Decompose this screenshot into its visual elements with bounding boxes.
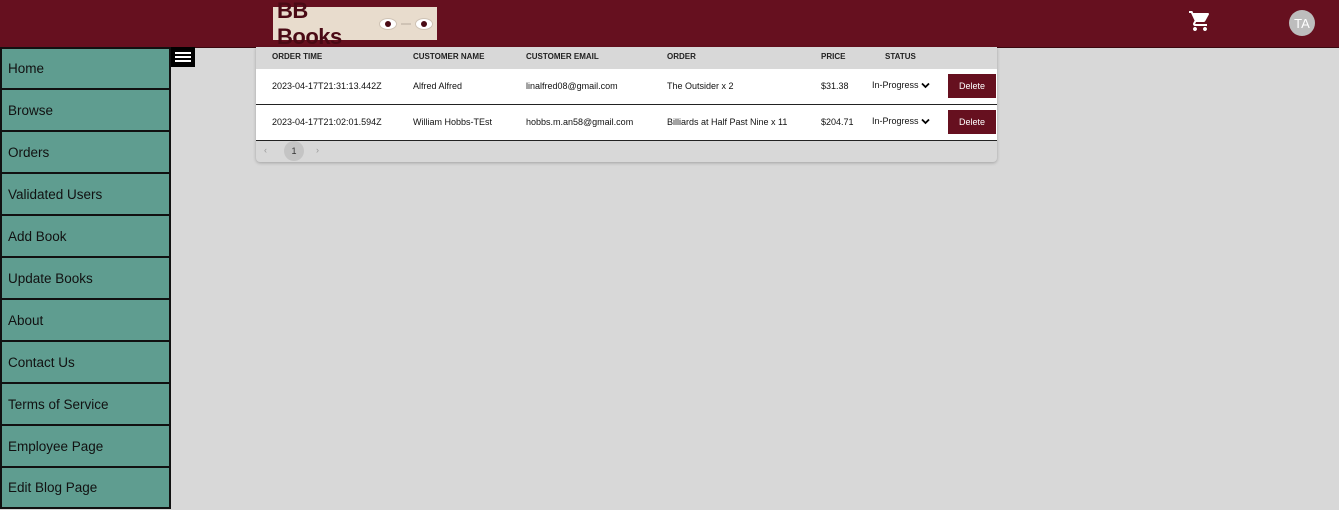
previous-page-button[interactable]: ‹ — [264, 145, 267, 155]
status-value: In-Progress — [872, 116, 919, 126]
column-header-customer-email[interactable]: CUSTOMER EMAIL — [526, 52, 599, 61]
column-header-status[interactable]: STATUS — [885, 52, 916, 61]
sidebar-item-edit-blog-page[interactable]: Edit Blog Page — [0, 467, 171, 509]
column-header-price[interactable]: PRICE — [821, 52, 845, 61]
hamburger-menu-icon[interactable] — [171, 47, 195, 67]
table-header: ORDER TIME CUSTOMER NAME CUSTOMER EMAIL … — [256, 47, 997, 68]
column-header-order[interactable]: ORDER — [667, 52, 696, 61]
sidebar-item-terms-of-service[interactable]: Terms of Service — [0, 383, 171, 425]
page-number-button[interactable]: 1 — [284, 141, 304, 161]
cell-order: The Outsider x 2 — [667, 81, 734, 91]
delete-button[interactable]: Delete — [948, 74, 996, 98]
cell-price: $204.71 — [821, 117, 854, 127]
logo-text: BB Books — [277, 0, 342, 49]
sidebar-item-browse[interactable]: Browse — [0, 89, 171, 131]
sidebar-item-update-books[interactable]: Update Books — [0, 257, 171, 299]
sidebar-item-contact-us[interactable]: Contact Us — [0, 341, 171, 383]
pagination: ‹ 1 › — [256, 141, 456, 162]
table-row: 2023-04-17T21:31:13.442Z Alfred Alfred l… — [256, 69, 997, 105]
user-avatar[interactable]: TA — [1289, 10, 1315, 36]
sidebar-item-home[interactable]: Home — [0, 47, 171, 89]
table-row: 2023-04-17T21:02:01.594Z William Hobbs-T… — [256, 105, 997, 141]
top-navbar: BB Books TA — [0, 0, 1339, 49]
next-page-button[interactable]: › — [316, 145, 319, 155]
brand-logo[interactable]: BB Books — [273, 0, 437, 49]
status-select[interactable]: In-Progress — [872, 116, 930, 126]
chevron-down-icon — [920, 118, 930, 124]
status-value: In-Progress — [872, 80, 919, 90]
orders-table: ORDER TIME CUSTOMER NAME CUSTOMER EMAIL … — [256, 47, 997, 162]
logo-eyes-icon — [379, 17, 437, 30]
cell-customer-email: linalfred08@gmail.com — [526, 81, 618, 91]
cell-order-time: 2023-04-17T21:02:01.594Z — [272, 117, 382, 127]
delete-button[interactable]: Delete — [948, 110, 996, 134]
status-select[interactable]: In-Progress — [872, 80, 930, 90]
sidebar-item-validated-users[interactable]: Validated Users — [0, 173, 171, 215]
sidebar-item-about[interactable]: About — [0, 299, 171, 341]
sidebar-item-orders[interactable]: Orders — [0, 131, 171, 173]
sidebar-nav: Home Browse Orders Validated Users Add B… — [0, 47, 171, 509]
column-header-order-time[interactable]: ORDER TIME — [272, 52, 322, 61]
cell-customer-email: hobbs.m.an58@gmail.com — [526, 117, 634, 127]
column-header-customer-name[interactable]: CUSTOMER NAME — [413, 52, 484, 61]
cell-price: $31.38 — [821, 81, 849, 91]
chevron-down-icon — [920, 82, 930, 88]
cell-customer-name: William Hobbs-TEst — [413, 117, 493, 127]
cell-order: Billiards at Half Past Nine x 11 — [667, 117, 788, 127]
sidebar-item-add-book[interactable]: Add Book — [0, 215, 171, 257]
sidebar-item-employee-page[interactable]: Employee Page — [0, 425, 171, 467]
shopping-cart-icon[interactable] — [1188, 9, 1212, 33]
cell-customer-name: Alfred Alfred — [413, 81, 463, 91]
cell-order-time: 2023-04-17T21:31:13.442Z — [272, 81, 382, 91]
